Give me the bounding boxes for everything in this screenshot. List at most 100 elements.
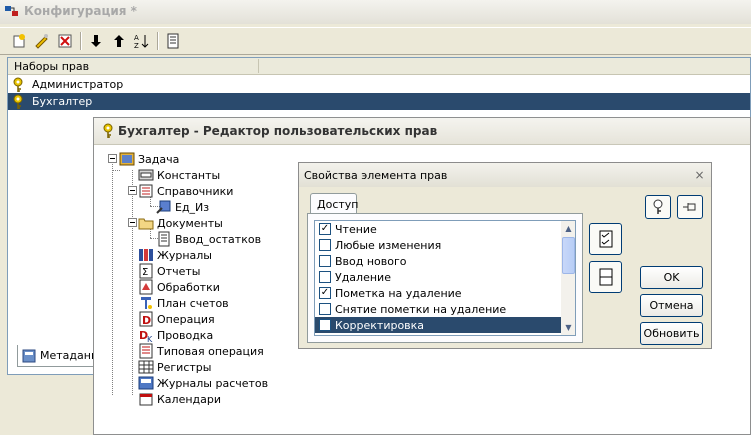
sort-az-icon: AZ bbox=[134, 34, 149, 49]
rights-set-row-selected[interactable]: Бухгалтер bbox=[8, 93, 750, 110]
key-icon bbox=[653, 199, 663, 214]
delete-set-button[interactable] bbox=[55, 31, 75, 51]
typical-operation-icon bbox=[138, 343, 154, 359]
calc-journal-icon bbox=[138, 375, 154, 391]
ok-button[interactable]: OK bbox=[640, 266, 703, 289]
dialog-title-bar[interactable]: Свойства элемента прав × bbox=[299, 163, 711, 187]
main-toolbar: AZ bbox=[0, 27, 751, 55]
header-rights-sets[interactable]: Наборы прав bbox=[14, 60, 89, 73]
collapse-catalogs-toggle[interactable] bbox=[128, 186, 137, 195]
scroll-down-button[interactable]: ▼ bbox=[561, 320, 575, 335]
tree-node-operation[interactable]: D Операция bbox=[138, 311, 215, 327]
tree-node-vvod-ostatkov[interactable]: Ввод_остатков bbox=[156, 231, 261, 247]
permission-item[interactable]: Удаление bbox=[315, 269, 561, 285]
register-icon bbox=[138, 359, 154, 375]
svg-text:Σ: Σ bbox=[142, 267, 148, 278]
tree-node-processing[interactable]: Обработки bbox=[138, 279, 220, 295]
permission-item-selected[interactable]: ✓ Корректировка bbox=[315, 317, 561, 333]
refresh-button[interactable]: Обновить bbox=[640, 322, 703, 345]
sort-button[interactable]: AZ bbox=[132, 31, 152, 51]
select-all-button[interactable] bbox=[589, 223, 622, 255]
permission-item[interactable]: Любые изменения bbox=[315, 237, 561, 253]
document-icon bbox=[167, 33, 179, 49]
permission-checkbox[interactable]: ✓ bbox=[319, 287, 331, 299]
delete-icon bbox=[58, 34, 72, 48]
tree-node-typical-operation[interactable]: Типовая операция bbox=[138, 343, 264, 359]
tab-access[interactable]: Доступ bbox=[310, 193, 358, 214]
tree-node-constants[interactable]: Константы bbox=[138, 167, 220, 183]
tree-node-registers[interactable]: Регистры bbox=[138, 359, 211, 375]
cancel-button[interactable]: Отмена bbox=[640, 294, 703, 317]
access-tab-panel: ✓ Чтение Любые изменения Ввод нового Уда… bbox=[307, 213, 583, 343]
permission-item[interactable]: ✓ Пометка на удаление bbox=[315, 285, 561, 301]
key-icon bbox=[11, 94, 25, 113]
svg-text:A: A bbox=[134, 34, 139, 42]
permissions-list[interactable]: ✓ Чтение Любые изменения Ввод нового Уда… bbox=[314, 220, 576, 336]
close-button[interactable]: × bbox=[692, 168, 707, 182]
permission-checkbox[interactable] bbox=[319, 271, 331, 283]
main-title-bar[interactable]: Конфигурация * bbox=[0, 0, 751, 24]
pin-button[interactable] bbox=[677, 195, 703, 219]
accounts-icon bbox=[138, 295, 154, 311]
permission-item[interactable]: ✓ Чтение bbox=[315, 221, 561, 237]
document-icon bbox=[156, 231, 172, 247]
tree-node-chart-of-accounts[interactable]: План счетов bbox=[138, 295, 229, 311]
tree-node-posting[interactable]: DK Проводка bbox=[138, 327, 213, 344]
posting-icon: DK bbox=[138, 327, 154, 343]
permission-checkbox[interactable] bbox=[319, 255, 331, 267]
tree-node-reports[interactable]: Σ Отчеты bbox=[138, 263, 200, 279]
constants-icon bbox=[138, 167, 154, 183]
permission-checkbox[interactable]: ✓ bbox=[319, 319, 331, 331]
permission-checkbox[interactable] bbox=[319, 239, 331, 251]
properties-button[interactable] bbox=[163, 31, 183, 51]
processing-icon bbox=[138, 279, 154, 295]
journal-icon bbox=[138, 247, 154, 263]
scroll-up-button[interactable]: ▲ bbox=[561, 221, 575, 236]
list-header: Наборы прав bbox=[8, 58, 750, 75]
tab-metadata[interactable]: Метаданны bbox=[17, 345, 107, 367]
help-button[interactable] bbox=[645, 195, 671, 219]
folder-icon bbox=[138, 215, 154, 231]
rights-properties-dialog: Свойства элемента прав × Доступ ✓ Чтение… bbox=[298, 162, 712, 349]
uncheck-all-icon bbox=[599, 268, 612, 286]
config-app-icon bbox=[4, 4, 20, 21]
collapse-root-toggle[interactable] bbox=[108, 154, 117, 163]
catalog-icon bbox=[138, 183, 154, 199]
tree-node-journals[interactable]: Журналы bbox=[138, 247, 212, 263]
report-icon: Σ bbox=[138, 263, 154, 279]
permission-checkbox[interactable] bbox=[319, 303, 331, 315]
move-down-button[interactable] bbox=[86, 31, 106, 51]
main-window-title: Конфигурация * bbox=[24, 4, 137, 18]
dialog-title: Свойства элемента прав bbox=[304, 169, 448, 182]
clear-all-button[interactable] bbox=[589, 261, 622, 293]
arrow-up-icon bbox=[114, 35, 124, 47]
svg-text:K: K bbox=[147, 335, 153, 343]
calendar-icon bbox=[138, 391, 154, 407]
permission-checkbox[interactable]: ✓ bbox=[319, 223, 331, 235]
permission-item[interactable]: Ввод нового bbox=[315, 253, 561, 269]
tree-node-task[interactable]: Задача bbox=[119, 151, 179, 167]
editor-title: Бухгалтер - Редактор пользовательских пр… bbox=[118, 124, 438, 138]
svg-text:D: D bbox=[142, 314, 151, 327]
move-up-button[interactable] bbox=[109, 31, 129, 51]
new-set-button[interactable] bbox=[9, 31, 29, 51]
close-icon: × bbox=[694, 168, 705, 182]
tree-node-documents[interactable]: Документы bbox=[138, 215, 223, 231]
collapse-documents-toggle[interactable] bbox=[128, 218, 137, 227]
arrow-down-icon bbox=[91, 35, 101, 47]
permission-item[interactable]: Снятие пометки на удаление bbox=[315, 301, 561, 317]
edit-set-button[interactable] bbox=[32, 31, 52, 51]
tree-node-ed-iz[interactable]: Ед_Из bbox=[156, 199, 209, 215]
key-icon bbox=[101, 123, 115, 142]
permissions-scrollbar[interactable]: ▲ ▼ bbox=[561, 221, 575, 335]
rights-set-row[interactable]: Администратор bbox=[8, 76, 750, 93]
check-all-icon bbox=[599, 230, 612, 248]
tree-node-calc-journals[interactable]: Журналы расчетов bbox=[138, 375, 268, 391]
svg-text:Z: Z bbox=[134, 42, 139, 49]
new-icon bbox=[13, 34, 25, 48]
scroll-thumb[interactable] bbox=[562, 237, 575, 274]
tree-node-calendars[interactable]: Календари bbox=[138, 391, 221, 407]
metadata-icon bbox=[22, 349, 36, 366]
tree-node-catalogs[interactable]: Справочники bbox=[138, 183, 233, 199]
editor-title-bar[interactable]: Бухгалтер - Редактор пользовательских пр… bbox=[94, 118, 750, 145]
